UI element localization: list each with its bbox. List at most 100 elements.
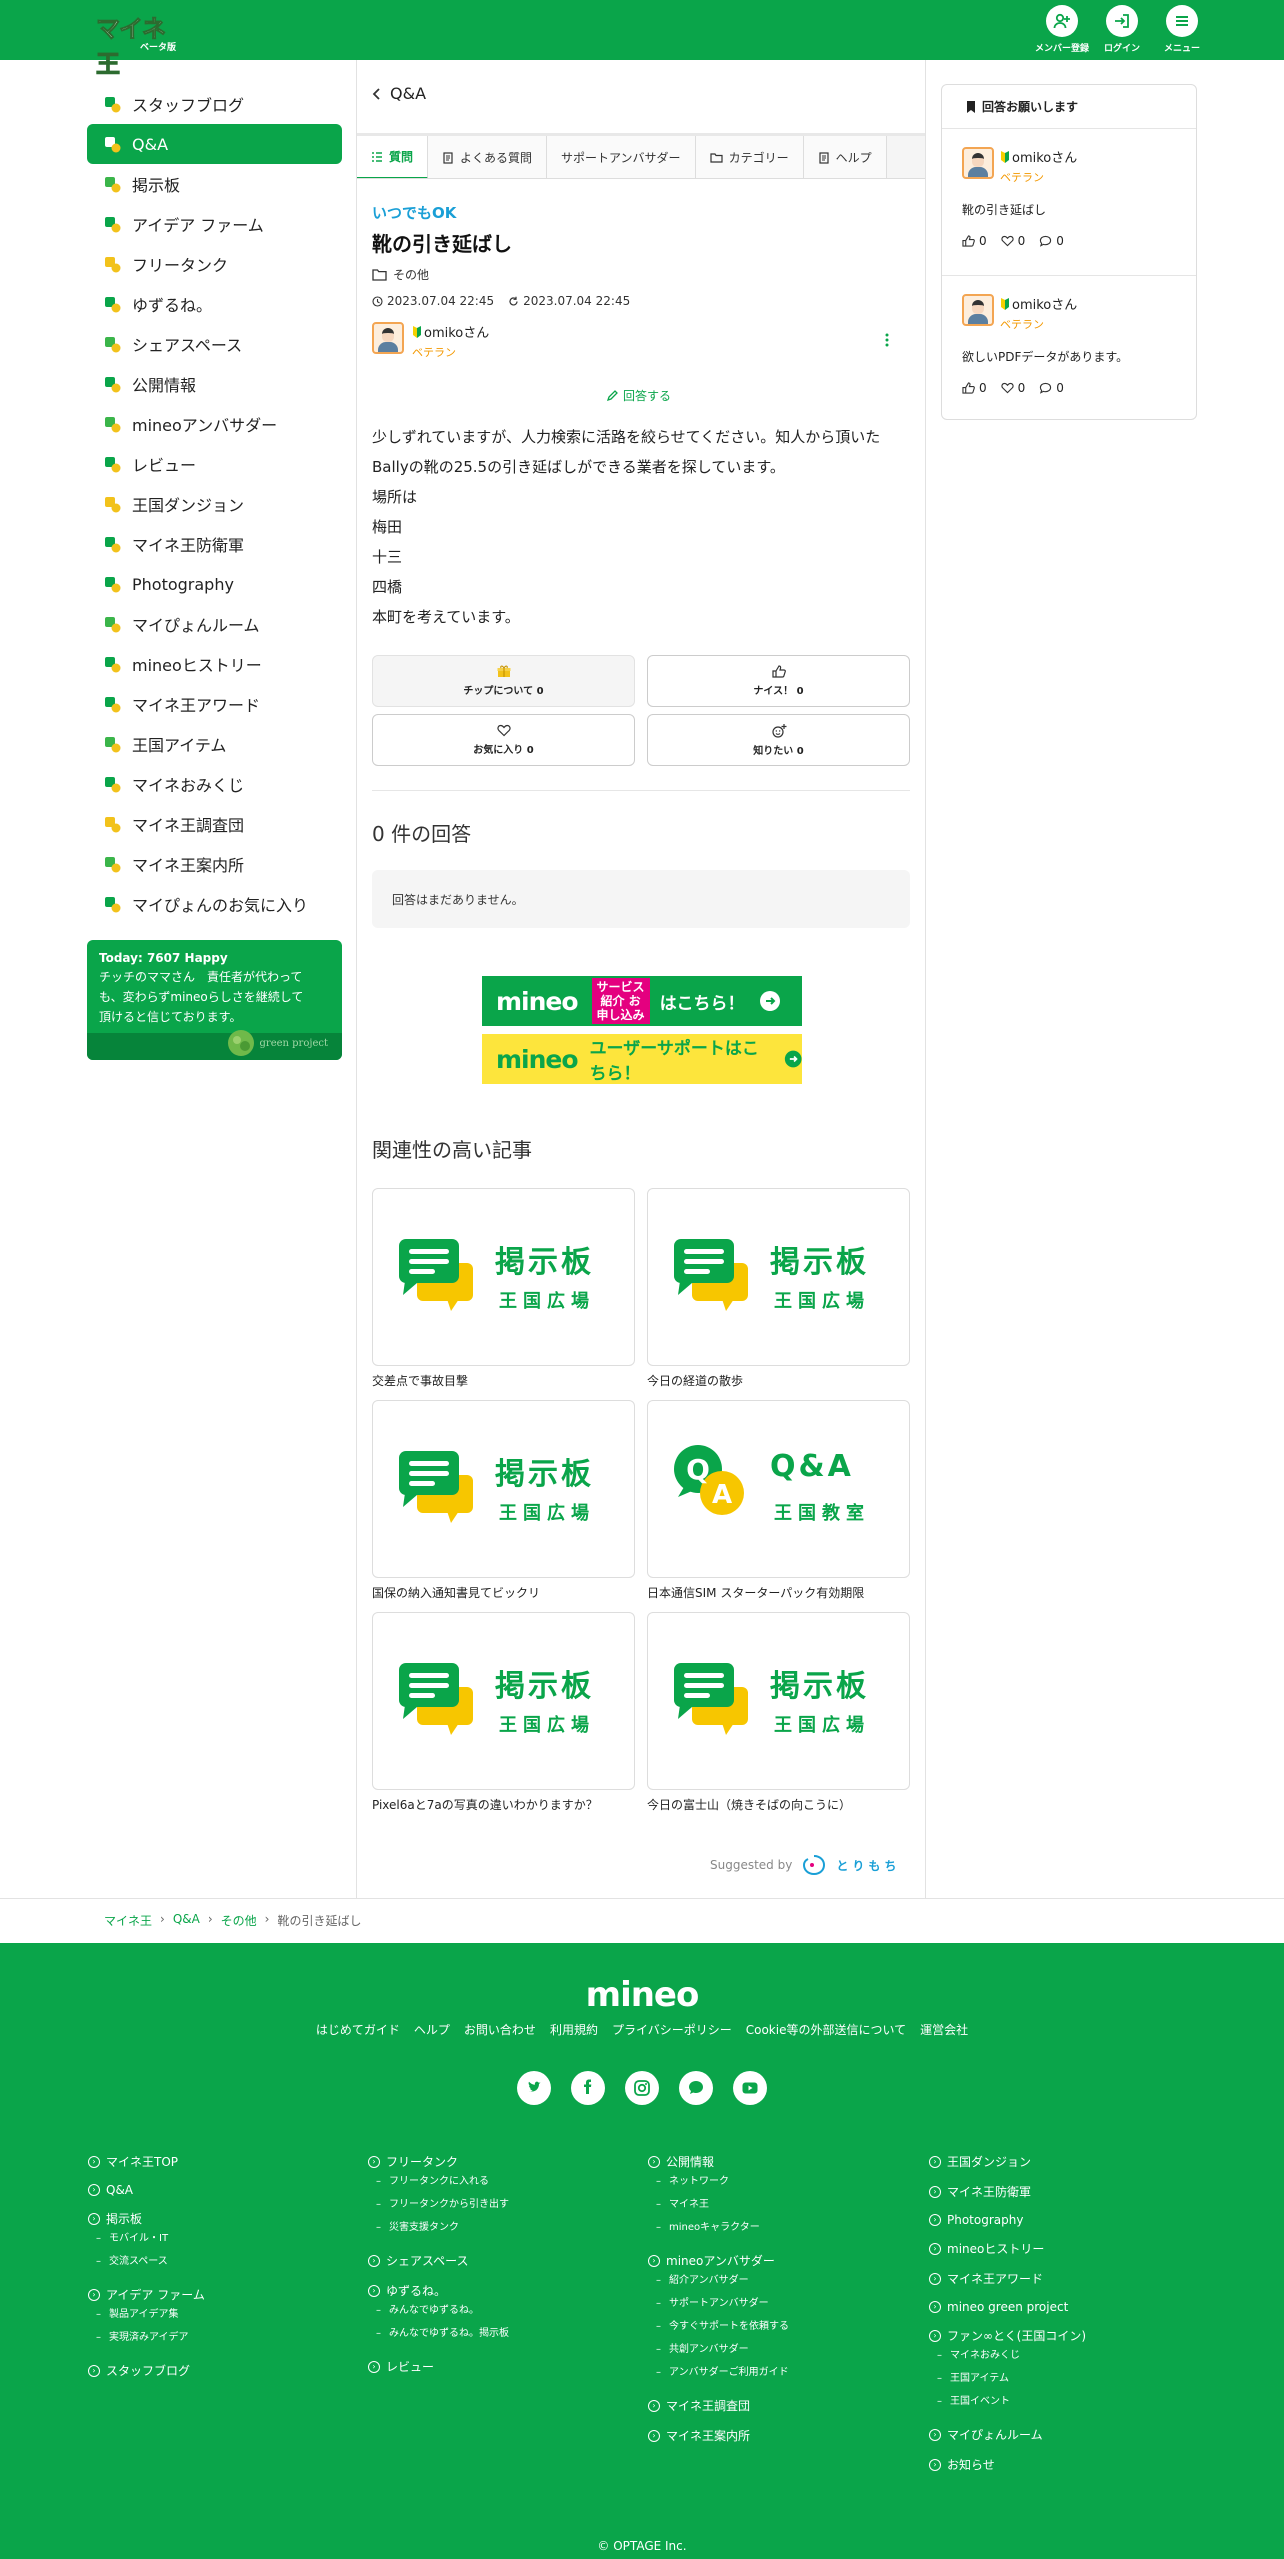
footer-sub-item[interactable]: – フリータンクから引き出す [368,2193,517,2216]
service-banner[interactable]: mineo サービス紹介 お申し込み はこちら！ [482,976,802,1026]
sidebar-item[interactable]: レビュー [87,444,342,484]
sidebar-item[interactable]: マイぴょんルーム [87,604,342,644]
request-title[interactable]: 欲しいPDFデータがあります。 [962,348,1176,365]
related-card-title[interactable]: 国保の納入通知書見てビックリ [372,1584,540,1601]
signup-button[interactable]: メンバー登録 [1032,5,1092,54]
sidebar-item[interactable]: マイネ王アワード [87,684,342,724]
happy-box[interactable]: Today: 7607 Happy チッチのママさん 責任者が代わっても、変わら… [87,940,342,1060]
breadcrumb-home[interactable]: マイネ王 [104,1912,152,1929]
footer-nav-item[interactable]: › マイネ王調査団 [648,2397,797,2414]
footer-nav-item[interactable]: › ゆずるね。 [368,2282,517,2299]
avatar[interactable] [372,322,404,354]
footer-sub-item[interactable]: – アンバサダーご利用ガイド [648,2361,797,2384]
tab-help[interactable]: ヘルプ [803,136,887,178]
footer-sub-item[interactable]: – 共創アンバサダー [648,2338,797,2361]
footer-link[interactable]: 利用規約 [550,2021,598,2038]
sidebar-item[interactable]: アイデア ファーム [87,204,342,244]
footer-sub-item[interactable]: – みんなでゆずるね。揭示板 [368,2322,517,2345]
related-card-title[interactable]: 今日の富士山（焼きそばの向こうに） [647,1796,851,1813]
menu-button[interactable]: メニュー [1152,5,1212,54]
footer-sub-item[interactable]: – フリータンクに入れる [368,2170,517,2193]
footer-sub-item[interactable]: – みんなでゆずるね。 [368,2299,517,2322]
sidebar-item[interactable]: マイぴょんのお気に入り [87,884,342,924]
footer-sub-item[interactable]: – mineoキャラクター [648,2216,797,2239]
answer-button[interactable]: 回答する [606,387,671,404]
footer-link[interactable]: はじめてガイド [316,2021,400,2038]
footer-link[interactable]: ヘルプ [414,2021,450,2038]
breadcrumb-qa[interactable]: Q&A [173,1912,200,1929]
related-card-title[interactable]: Pixel6aと7aの写真の違いわかりますか？ [372,1796,598,1813]
footer-nav-item[interactable]: › Photography [929,2213,1086,2227]
sidebar-item[interactable]: Photography [87,564,342,604]
back-link[interactable]: Q&A [372,84,426,103]
footer-nav-item[interactable]: › スタッフブログ [88,2362,205,2379]
footer-sub-item[interactable]: – サポートアンバサダー [648,2292,797,2315]
more-options-icon[interactable] [880,332,894,348]
sidebar-item[interactable]: mineoヒストリー [87,644,342,684]
footer-nav-item[interactable]: › Q&A [88,2183,205,2197]
footer-link[interactable]: Cookie等の外部送信について [746,2021,906,2038]
related-card[interactable]: 掲示板 王国広場 [372,1612,635,1790]
question-category[interactable]: その他 [372,266,429,283]
footer-sub-item[interactable]: – 交流スペース [88,2250,205,2273]
related-card-title[interactable]: 今日の経道の散歩 [647,1372,743,1389]
tab-faq[interactable]: よくある質問 [428,136,548,178]
related-card[interactable]: 掲示板 王国広場 [372,1400,635,1578]
tip-button[interactable]: チップについて 0 [372,655,635,707]
poster[interactable]: omikoさん ベテラン [372,322,489,360]
sidebar-item[interactable]: スタッフブログ [87,84,342,124]
footer-nav-item[interactable]: › マイネ王アワード [929,2270,1086,2287]
sidebar-item[interactable]: マイネ王案内所 [87,844,342,884]
footer-nav-item[interactable]: › マイネ王TOP [88,2153,205,2170]
footer-nav-item[interactable]: › mineoアンバサダー [648,2252,797,2269]
sidebar-item[interactable]: mineoアンバサダー [87,404,342,444]
sidebar-item[interactable]: 王国ダンジョン [87,484,342,524]
youtube-link[interactable] [733,2071,767,2105]
footer-sub-item[interactable]: – ネットワーク [648,2170,797,2193]
related-card[interactable]: 掲示板 王国広場 [647,1188,910,1366]
related-card-title[interactable]: 日本通信SIM スターターパック有効期限 [647,1584,864,1601]
footer-sub-item[interactable]: – 災害支援タンク [368,2216,517,2239]
footer-nav-item[interactable]: › マイぴょんルーム [929,2426,1086,2443]
sidebar-item[interactable]: 掲示板 [87,164,342,204]
login-button[interactable]: ログイン [1092,5,1152,54]
sidebar-item[interactable]: マイネおみくじ [87,764,342,804]
footer-nav-item[interactable]: › 王国ダンジョン [929,2153,1086,2170]
related-card[interactable]: Q A Q&A 王国教室 [647,1400,910,1578]
site-logo[interactable]: マイネ王 ベータ版 [96,9,184,79]
footer-nav-item[interactable]: › フリータンク [368,2153,517,2170]
support-banner[interactable]: mineo ユーザーサポートはこちら！ [482,1034,802,1084]
sidebar-item[interactable]: フリータンク [87,244,342,284]
favorite-button[interactable]: お気に入り 0 [372,714,635,766]
footer-sub-item[interactable]: – 実現済みアイデア [88,2326,205,2349]
twitter-link[interactable] [517,2071,551,2105]
sidebar-item[interactable]: シェアスペース [87,324,342,364]
footer-sub-item[interactable]: – 今すぐサポートを依頼する [648,2315,797,2338]
footer-nav-item[interactable]: › mineo green project [929,2300,1086,2314]
footer-nav-item[interactable]: › 掲示板 [88,2210,205,2227]
footer-link[interactable]: プライバシーポリシー [612,2021,732,2038]
avatar[interactable] [962,294,994,326]
footer-sub-item[interactable]: – モバイル・IT [88,2227,205,2250]
chat-link[interactable] [679,2071,713,2105]
instagram-link[interactable] [625,2071,659,2105]
footer-nav-item[interactable]: › アイデア ファーム [88,2286,205,2303]
sidebar-item[interactable]: 公開情報 [87,364,342,404]
footer-sub-item[interactable]: – 紹介アンバサダー [648,2269,797,2292]
footer-nav-item[interactable]: › シェアスペース [368,2252,517,2269]
request-item[interactable]: omikoさん ベテラン 靴の引き延ばし 0 0 0 [942,129,1196,276]
footer-nav-item[interactable]: › レビュー [368,2358,517,2375]
footer-nav-item[interactable]: › お知らせ [929,2456,1086,2473]
footer-sub-item[interactable]: – マイネおみくじ [929,2344,1086,2367]
related-card[interactable]: 掲示板 王国広場 [647,1612,910,1790]
tab-category[interactable]: カテゴリー [695,136,804,178]
footer-link[interactable]: 運営会社 [920,2021,968,2038]
request-item[interactable]: omikoさん ベテラン 欲しいPDFデータがあります。 0 0 0 [942,276,1196,423]
request-title[interactable]: 靴の引き延ばし [962,201,1176,218]
related-card-title[interactable]: 交差点で事故目撃 [372,1372,468,1389]
sidebar-item[interactable]: 王国アイテム [87,724,342,764]
footer-sub-item[interactable]: – 王国アイテム [929,2367,1086,2390]
related-card[interactable]: 掲示板 王国広場 [372,1188,635,1366]
footer-logo[interactable]: mineo [0,1975,1284,2015]
tab-questions[interactable]: 質問 [357,136,429,178]
